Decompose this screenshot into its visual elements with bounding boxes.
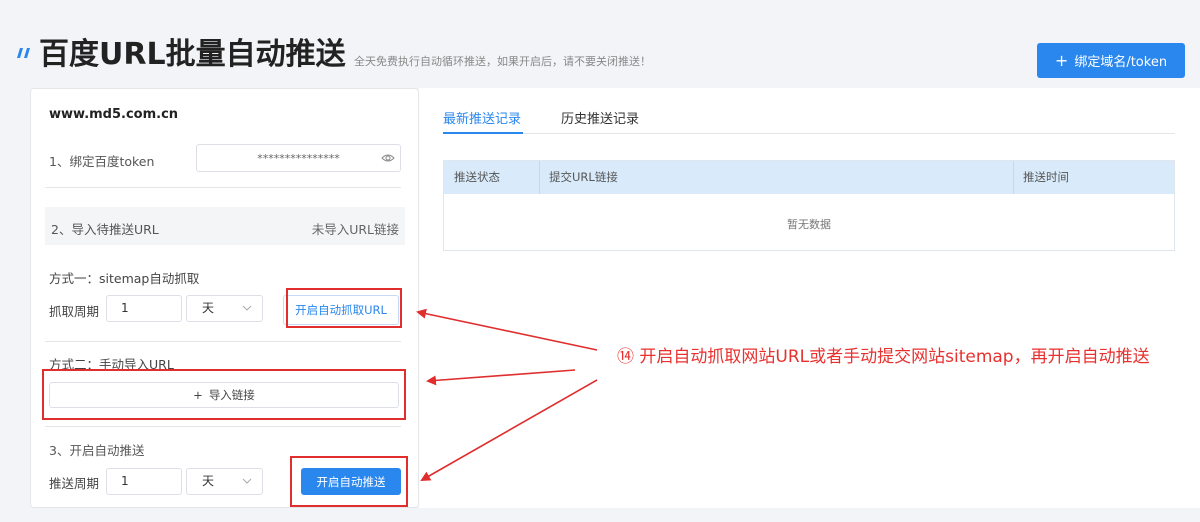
crawl-unit-select[interactable]: 天 <box>186 295 263 322</box>
column-header-status: 推送状态 <box>454 170 500 184</box>
records-table: 推送状态 提交URL链接 推送时间 暂无数据 <box>443 160 1175 251</box>
method1-title: 方式一：sitemap自动抓取 <box>49 271 200 286</box>
divider <box>45 341 401 342</box>
crawl-period-label: 抓取周期 <box>49 304 100 319</box>
bind-domain-token-label: 绑定域名/token <box>1074 55 1168 70</box>
quote-deco-icon <box>17 48 30 58</box>
divider <box>45 426 401 427</box>
divider <box>45 187 401 188</box>
chevron-down-icon <box>242 478 252 484</box>
crawl-period-input[interactable]: 1 <box>106 295 182 322</box>
push-period-input[interactable]: 1 <box>106 468 182 495</box>
step3-label: 3、开启自动推送 <box>49 443 145 458</box>
highlight-box-push <box>290 456 408 507</box>
push-unit-select[interactable]: 天 <box>186 468 263 495</box>
tab-history-records[interactable]: 历史推送记录 <box>561 108 639 127</box>
step2-bar: 2、导入待推送URL 未导入URL链接 <box>45 207 405 245</box>
step2-status: 未导入URL链接 <box>311 222 399 237</box>
page-title: 百度URL批量自动推送 <box>39 37 346 72</box>
table-header: 推送状态 提交URL链接 推送时间 <box>444 161 1174 194</box>
bind-domain-token-button[interactable]: + 绑定域名/token <box>1037 43 1185 78</box>
highlight-box-crawl <box>286 288 402 328</box>
column-header-url: 提交URL链接 <box>549 170 618 184</box>
push-unit-value: 天 <box>202 474 215 488</box>
crawl-unit-value: 天 <box>202 301 215 315</box>
domain-name: www.md5.com.cn <box>49 107 179 122</box>
table-empty-text: 暂无数据 <box>787 218 831 231</box>
page-subtitle: 全天免费执行自动循环推送，如果开启后，请不要关闭推送！ <box>354 55 651 68</box>
highlight-box-import <box>42 369 406 420</box>
step2-label: 2、导入待推送URL <box>51 222 159 237</box>
step1-label: 1、绑定百度token <box>49 154 155 169</box>
chevron-down-icon <box>242 305 252 311</box>
active-tab-indicator <box>443 132 523 134</box>
annotation-text: ⑭ 开启自动抓取网站URL或者手动提交网站sitemap，再开启自动推送 <box>617 347 1150 367</box>
column-header-time: 推送时间 <box>1023 170 1069 184</box>
tab-latest-records[interactable]: 最新推送记录 <box>443 108 521 127</box>
token-value: *************** <box>257 151 340 165</box>
plus-icon: + <box>1054 50 1069 70</box>
records-panel-lower <box>419 259 1200 508</box>
push-period-label: 推送周期 <box>49 476 100 491</box>
tabs-divider <box>443 133 1175 134</box>
token-input[interactable]: *************** <box>196 144 401 172</box>
eye-icon[interactable] <box>381 153 395 163</box>
